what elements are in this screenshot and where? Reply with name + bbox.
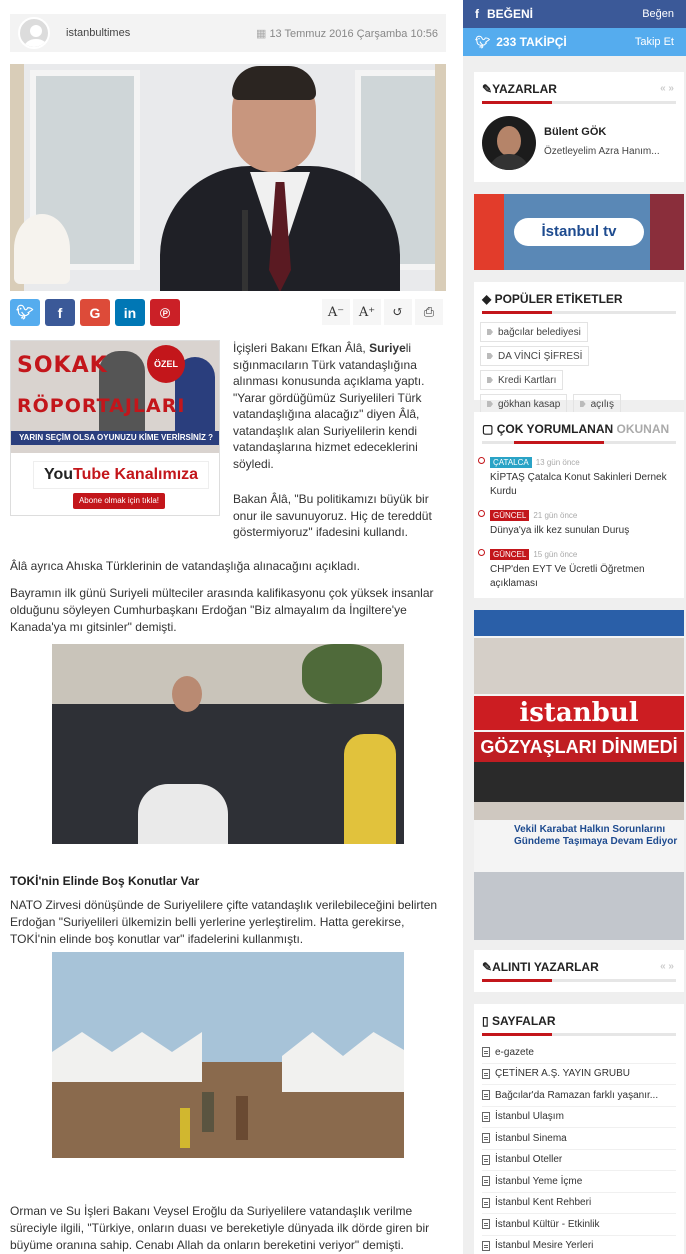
- social-share-buttons: 🐦︎ f G in ℗: [10, 299, 180, 326]
- slider-arrows-icon[interactable]: « »: [660, 961, 674, 972]
- pencil-icon: ✎: [482, 82, 493, 96]
- article-paragraph-5: NATO Zirvesi dönüşünde de Suriyelilere ç…: [10, 898, 438, 946]
- ad-title-line2: RÖPORTAJLARI: [17, 395, 186, 417]
- page-link[interactable]: İstanbul Kültür - Etkinlik: [482, 1214, 676, 1236]
- author-name[interactable]: istanbultimes: [66, 27, 130, 39]
- list-item[interactable]: GÜNCEL 21 gün önce Dünya'ya ilk kez sunula…: [474, 507, 684, 538]
- youtube-logo: You Tube Kanalımıza: [33, 461, 209, 489]
- twitter-follow-bar[interactable]: 🐦︎ 233 TAKİPÇİ Takip Et: [463, 28, 686, 56]
- tag-icon: ◆: [482, 292, 495, 306]
- tag-item[interactable]: bağcılar belediyesi: [480, 322, 588, 342]
- istanbul-tv-banner[interactable]: İstanbul tv: [474, 194, 684, 270]
- font-decrease-button[interactable]: A⁻: [322, 299, 350, 325]
- pencil-icon: ✎: [482, 960, 493, 974]
- facebook-like-bar[interactable]: f BEĞENİ Beğen: [463, 0, 686, 28]
- writer-name[interactable]: Bülent GÖK: [544, 126, 606, 138]
- calendar-icon: ▦: [256, 27, 267, 40]
- popular-tags-title: ◆ POPÜLER ETİKETLER: [474, 282, 684, 314]
- article-paragraph-4: Bayramın ilk günü Suriyeli mülteciler ar…: [10, 586, 434, 634]
- sidebar: f BEĞENİ Beğen 🐦︎ 233 TAKİPÇİ Takip Et ✎…: [463, 0, 686, 1254]
- tab-cok: ÇOK: [496, 422, 524, 436]
- banner-brand: İstanbul tv: [514, 218, 644, 246]
- twitter-follower-count: 233 TAKİPÇİ: [496, 35, 567, 49]
- page-link[interactable]: e-gazete: [482, 1042, 676, 1064]
- tab-okunan[interactable]: OKUNAN: [617, 422, 670, 436]
- ad-question: YARIN SEÇİM OLSA OYUNUZU KİME VERİRSİNİZ…: [11, 431, 219, 445]
- tag-item[interactable]: açılış: [572, 394, 621, 414]
- tab-yorumlanan[interactable]: YORUMLANAN: [526, 422, 613, 436]
- facebook-like-label: BEĞENİ: [487, 7, 534, 21]
- article-photo-camp: [52, 952, 404, 1158]
- newspaper-subheadline: Vekil Karabat Halkın Sorunlarını Gündeme…: [514, 824, 678, 847]
- twitter-icon[interactable]: 🐦︎: [10, 299, 40, 326]
- most-commented-widget: ▢ ÇOK YORUMLANAN OKUNAN ÇATALCA 13 gün ön…: [474, 412, 684, 598]
- comment-icon: ▢: [482, 422, 494, 436]
- article-paragraph-3: Âlâ ayrıca Ahıska Türklerinin de vatanda…: [10, 559, 360, 573]
- newspaper-headline: GÖZYAŞLARI DİNMEDİ: [474, 732, 684, 762]
- writer-avatar[interactable]: [482, 116, 536, 170]
- article-date: ▦ 13 Temmuz 2016 Çarşamba 10:56: [256, 27, 438, 40]
- page-link[interactable]: İstanbul Mesire Yerleri: [482, 1236, 676, 1254]
- article-paragraph-6: Orman ve Su İşleri Bakanı Veysel Eroğlu …: [10, 1204, 430, 1252]
- ad-title-line1: SOKAK: [17, 353, 108, 378]
- popular-tags-widget: ◆ POPÜLER ETİKETLER bağcılar belediyesi …: [474, 282, 684, 414]
- tag-item[interactable]: Kredi Kartları: [480, 370, 564, 390]
- pages-title: ▯ SAYFALAR: [474, 1004, 684, 1036]
- page-link[interactable]: Bağcılar'da Ramazan farklı yaşanır...: [482, 1085, 676, 1107]
- tag-item[interactable]: gökhan kasap: [480, 394, 568, 414]
- newspaper-cover[interactable]: istanbul GÖZYAŞLARI DİNMEDİ Vekil Karaba…: [474, 610, 684, 940]
- writer-headline[interactable]: Özetleyelim Azra Hanım...: [544, 146, 660, 157]
- linkedin-icon[interactable]: in: [115, 299, 145, 326]
- youtube-ad-banner[interactable]: SOKAK RÖPORTAJLARI ÖZEL YARIN SEÇİM OLSA…: [10, 340, 220, 516]
- pinterest-icon[interactable]: ℗: [150, 299, 180, 326]
- page-link[interactable]: İstanbul Yeme İçme: [482, 1171, 676, 1193]
- tag-item[interactable]: DA VİNCİ ŞİFRESİ: [480, 346, 590, 366]
- writers-widget: ✎YAZARLAR « » Bülent GÖK Özetleyelim Azra…: [474, 72, 684, 182]
- list-item[interactable]: GÜNCEL 15 gün önce CHP'den EYT Ve Ücretli …: [474, 546, 684, 591]
- google-icon[interactable]: G: [80, 299, 110, 326]
- article-column: istanbultimes ▦ 13 Temmuz 2016 Çarşamba 1…: [0, 0, 458, 1254]
- comments-tabs: ▢ ÇOK YORUMLANAN OKUNAN: [474, 412, 684, 444]
- article-photo-press: [52, 644, 404, 844]
- page-link[interactable]: İstanbul Ulaşım: [482, 1107, 676, 1128]
- reset-icon[interactable]: ↺: [384, 299, 412, 325]
- subscribe-button[interactable]: Abone olmak için tıkla!: [73, 493, 165, 509]
- ad-badge: ÖZEL: [147, 345, 185, 383]
- article-paragraph-2: Bakan Âlâ, "Bu politikamızı büyük bir on…: [233, 492, 432, 539]
- article-tools: A⁻ A⁺ ↺ ⎙: [322, 299, 443, 325]
- page-link[interactable]: İstanbul Sinema: [482, 1128, 676, 1150]
- author-avatar[interactable]: [18, 17, 50, 49]
- facebook-like-button[interactable]: Beğen: [642, 8, 674, 20]
- quote-writers-widget: ✎ALINTI YAZARLAR « »: [474, 950, 684, 992]
- page-link[interactable]: ÇETİNER A.Ş. YAYIN GRUBU: [482, 1064, 676, 1085]
- print-icon[interactable]: ⎙: [415, 299, 443, 325]
- facebook-icon[interactable]: f: [45, 299, 75, 326]
- page-link[interactable]: İstanbul Oteller: [482, 1150, 676, 1171]
- quote-writers-title: ✎ALINTI YAZARLAR « »: [474, 950, 684, 982]
- article-subheading: TOKİ'nin Elinde Boş Konutlar Var: [10, 874, 200, 888]
- newspaper-brand: istanbul: [474, 696, 684, 730]
- article-meta-bar: istanbultimes ▦ 13 Temmuz 2016 Çarşamba 1…: [10, 14, 446, 52]
- pages-widget: ▯ SAYFALAR e-gazete ÇETİNER A.Ş. YAYIN G…: [474, 1004, 684, 1254]
- article-paragraph-1: İçişleri Bakanı Efkan Âlâ, Suriyeli sığı…: [233, 341, 425, 471]
- font-increase-button[interactable]: A⁺: [353, 299, 381, 325]
- writers-title: ✎YAZARLAR « »: [474, 72, 684, 104]
- list-item[interactable]: ÇATALCA 13 gün önce KİPTAŞ Çatalca Konut S…: [474, 454, 684, 499]
- page-link[interactable]: İstanbul Kent Rehberi: [482, 1193, 676, 1214]
- slider-arrows-icon[interactable]: « »: [660, 83, 674, 94]
- twitter-follow-button[interactable]: Takip Et: [635, 36, 674, 48]
- page-icon: ▯: [482, 1014, 492, 1028]
- facebook-icon: f: [475, 7, 479, 21]
- article-hero-image: [10, 64, 446, 291]
- twitter-icon: 🐦︎: [475, 35, 491, 49]
